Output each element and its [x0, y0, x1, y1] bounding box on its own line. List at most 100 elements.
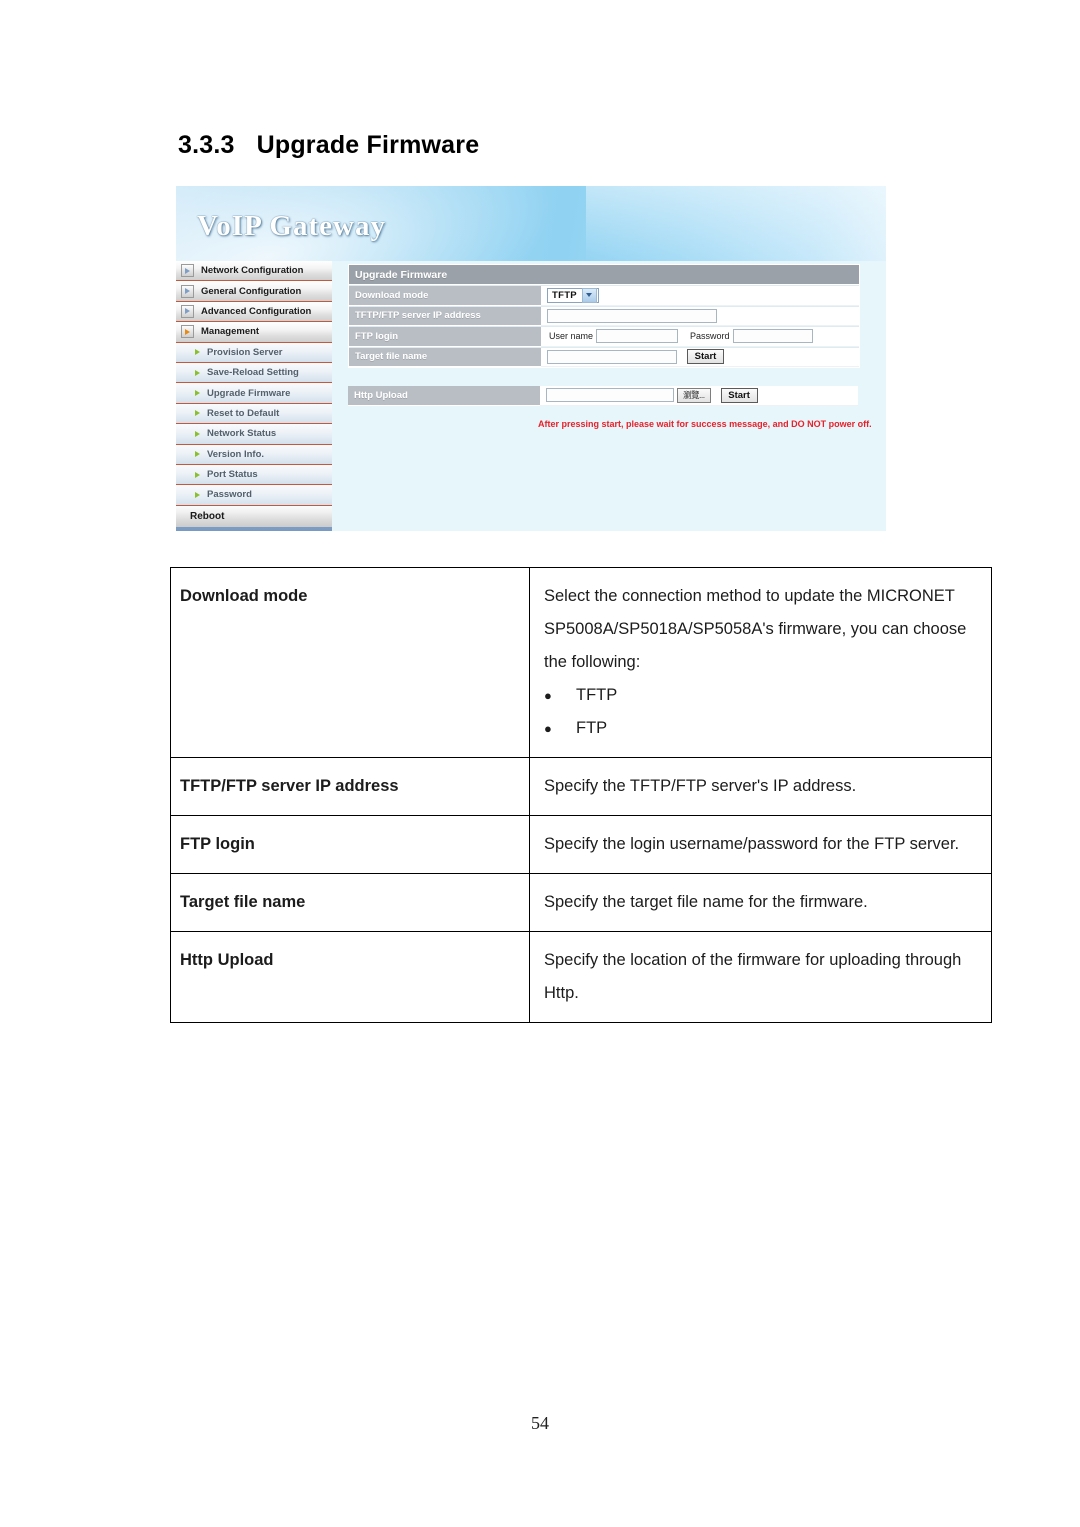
upgrade-firmware-form: Upgrade Firmware Download mode TFTP TFTP… — [348, 264, 860, 368]
sidebar-item-label: Management — [201, 326, 260, 338]
sidebar-item-password[interactable]: Password — [176, 485, 332, 506]
browse-button[interactable]: 瀏覽... — [677, 387, 711, 403]
triangle-right-icon — [195, 369, 200, 376]
server-ip-label: TFTP/FTP server IP address — [349, 306, 541, 326]
sidebar-item-label: Upgrade Firmware — [207, 387, 291, 399]
server-ip-field — [541, 306, 859, 326]
http-upload-label: Http Upload — [348, 386, 540, 406]
device-banner-title: VoIP Gateway — [197, 210, 386, 242]
ftp-login-label: FTP login — [349, 327, 541, 347]
sidebar-item-upgrade-firmware[interactable]: Upgrade Firmware — [176, 383, 332, 404]
row-key: Download mode — [170, 567, 530, 758]
table-row: Http Upload Specify the location of the … — [170, 931, 992, 1023]
row-key: TFTP/FTP server IP address — [170, 757, 530, 816]
row-key: FTP login — [170, 815, 530, 874]
download-mode-field: TFTP — [541, 286, 859, 306]
sidebar-item-label: Advanced Configuration — [201, 305, 312, 317]
row-key: Http Upload — [170, 931, 530, 1023]
form-header-row: Upgrade Firmware — [349, 265, 859, 286]
chevron-right-icon — [181, 284, 194, 298]
row-download-mode: Download mode TFTP — [349, 286, 859, 307]
bullet-icon: ● — [544, 688, 552, 703]
page-number: 54 — [531, 1413, 549, 1433]
triangle-right-icon — [195, 430, 200, 437]
row-http-upload: Http Upload 瀏覽... Start — [348, 386, 858, 406]
device-ui-screenshot: VoIP Gateway Network Configuration Gener… — [176, 186, 886, 531]
sidebar-item-label: Network Configuration — [201, 265, 304, 277]
desc-line: SP5008A/SP5018A/SP5058A's firmware, you … — [544, 620, 967, 638]
download-mode-select[interactable]: TFTP — [547, 287, 599, 303]
table-row: Download mode Select the connection meth… — [170, 567, 992, 758]
target-start-button[interactable]: Start — [687, 349, 724, 365]
sidebar-item-version-info[interactable]: Version Info. — [176, 444, 332, 465]
http-upload-form: Http Upload 瀏覽... Start — [348, 386, 858, 406]
password-input[interactable] — [732, 329, 813, 344]
bullet-icon: ● — [544, 721, 552, 736]
chevron-down-icon — [581, 287, 597, 303]
target-file-input[interactable] — [547, 349, 677, 364]
warning-message: After pressing start, please wait for su… — [538, 419, 872, 429]
table-row: TFTP/FTP server IP address Specify the T… — [170, 757, 992, 816]
sidebar-item-label: Provision Server — [207, 346, 283, 358]
row-ftp-login: FTP login User name Password — [349, 327, 859, 348]
password-label: Password — [690, 331, 730, 342]
desc-line: the following: — [544, 653, 641, 671]
desc-line: Specify the target file name for the fir… — [544, 893, 868, 911]
triangle-right-icon — [195, 410, 200, 417]
page-title: 3.3.3 Upgrade Firmware — [178, 131, 479, 160]
sidebar-item-reset-to-default[interactable]: Reset to Default — [176, 403, 332, 425]
device-banner: VoIP Gateway — [176, 186, 886, 261]
sidebar-item-network-status[interactable]: Network Status — [176, 424, 332, 445]
sidebar-footer-bar — [176, 526, 332, 531]
device-main-panel: Upgrade Firmware Download mode TFTP TFTP… — [340, 261, 886, 531]
field-description-table: Download mode Select the connection meth… — [170, 567, 992, 1023]
sidebar-item-label: Password — [207, 489, 252, 501]
http-upload-input[interactable] — [546, 388, 674, 403]
bullet-label: FTP — [576, 719, 608, 737]
user-name-input[interactable] — [596, 329, 679, 344]
http-start-button[interactable]: Start — [720, 387, 758, 403]
bullet-label: TFTP — [576, 686, 618, 704]
download-mode-label: Download mode — [349, 286, 541, 306]
triangle-right-icon — [195, 349, 200, 356]
section-number: 3.3.3 — [178, 131, 235, 159]
triangle-right-icon — [195, 451, 200, 458]
row-key: Target file name — [170, 873, 530, 932]
desc-bullet-list: ● TFTP ● FTP — [544, 679, 981, 745]
sidebar-item-label: Reboot — [190, 510, 225, 522]
sidebar-item-network-configuration[interactable]: Network Configuration — [176, 261, 332, 282]
desc-line: Http. — [544, 984, 579, 1002]
row-value: Specify the location of the firmware for… — [529, 931, 992, 1023]
form-header-label: Upgrade Firmware — [349, 265, 859, 285]
triangle-right-icon — [195, 491, 200, 498]
sidebar-item-label: Version Info. — [207, 448, 265, 460]
sidebar-item-general-configuration[interactable]: General Configuration — [176, 281, 332, 302]
server-ip-input[interactable] — [547, 308, 717, 323]
table-row: Target file name Specify the target file… — [170, 873, 992, 932]
triangle-right-icon — [195, 390, 200, 397]
target-file-field: Start — [541, 347, 859, 367]
table-row: FTP login Specify the login username/pas… — [170, 815, 992, 874]
sidebar-item-label: Reset to Default — [207, 407, 280, 419]
chevron-right-icon — [181, 304, 194, 318]
download-mode-selected-value: TFTP — [552, 289, 577, 301]
row-value: Specify the target file name for the fir… — [529, 873, 992, 932]
chevron-right-icon — [181, 264, 194, 278]
sidebar-item-port-status[interactable]: Port Status — [176, 464, 332, 486]
sidebar-item-label: General Configuration — [201, 285, 302, 297]
row-target-file-name: Target file name Start — [349, 347, 859, 367]
sidebar-item-label: Save-Reload Setting — [207, 367, 299, 379]
row-value: Specify the TFTP/FTP server's IP address… — [529, 757, 992, 816]
desc-line: Specify the TFTP/FTP server's IP address… — [544, 777, 857, 795]
sidebar-item-reboot[interactable]: Reboot — [176, 505, 332, 527]
sidebar-item-advanced-configuration[interactable]: Advanced Configuration — [176, 301, 332, 323]
sidebar-item-save-reload-setting[interactable]: Save-Reload Setting — [176, 362, 332, 384]
row-server-ip: TFTP/FTP server IP address — [349, 306, 859, 327]
list-item: ● TFTP — [544, 679, 981, 712]
sidebar-item-management[interactable]: Management — [176, 322, 332, 343]
sidebar-item-provision-server[interactable]: Provision Server — [176, 342, 332, 363]
list-item: ● FTP — [544, 712, 981, 745]
http-upload-field: 瀏覽... Start — [540, 386, 858, 406]
device-sidebar: Network Configuration General Configurat… — [176, 261, 332, 531]
ftp-login-field: User name Password — [541, 327, 859, 347]
